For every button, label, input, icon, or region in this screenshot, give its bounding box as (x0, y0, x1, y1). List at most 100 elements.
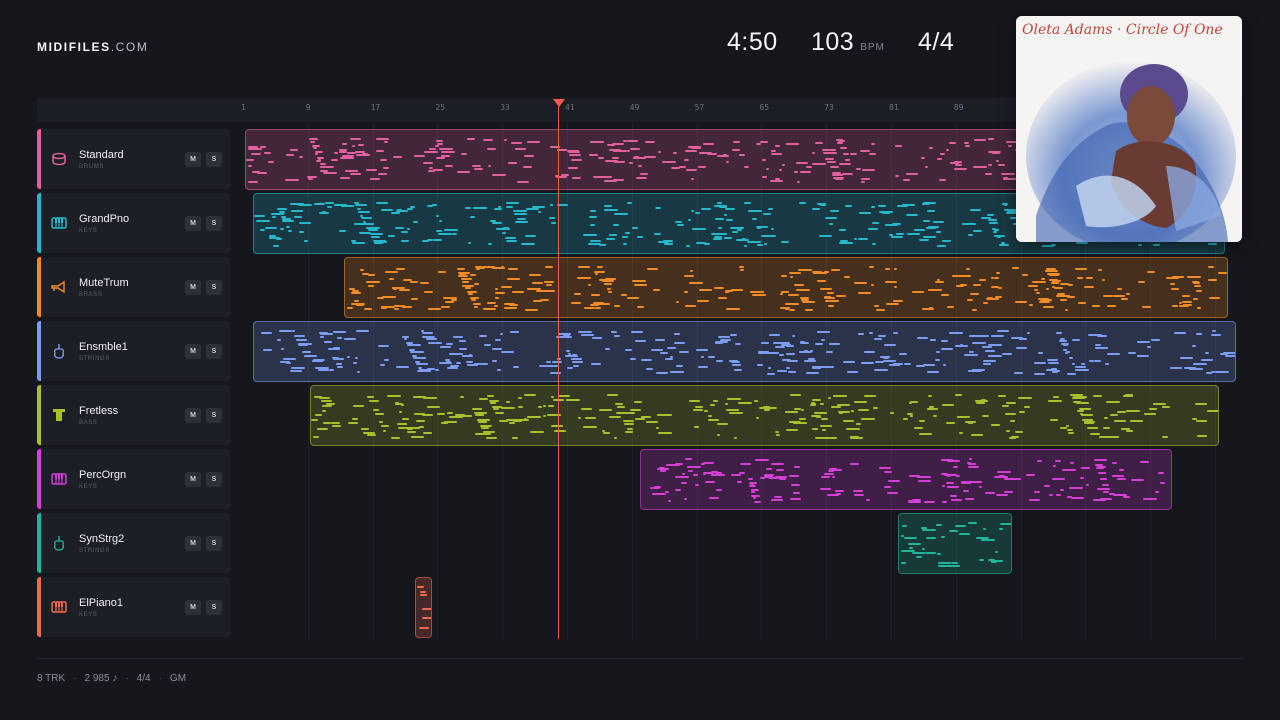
track-header[interactable]: Fretless BASS M S (37, 385, 230, 445)
track-header[interactable]: PercOrgn KEYS M S (37, 449, 230, 509)
midi-clip[interactable] (310, 385, 1219, 446)
midi-note (1123, 395, 1133, 397)
midi-note (1179, 305, 1189, 307)
solo-button[interactable]: S (206, 344, 222, 359)
midi-note (684, 291, 688, 293)
midi-clip[interactable] (245, 129, 1037, 190)
midi-clip[interactable] (415, 577, 432, 638)
midi-note (842, 173, 853, 175)
midi-note (1192, 418, 1197, 420)
midi-note (685, 458, 692, 460)
midi-note (324, 341, 332, 343)
solo-button[interactable]: S (206, 600, 222, 615)
midi-note (393, 156, 402, 158)
midi-note (949, 530, 958, 532)
midi-note (581, 334, 594, 336)
midi-note (1096, 467, 1104, 469)
midi-note (954, 168, 967, 170)
midi-note (664, 243, 673, 245)
midi-note (812, 428, 818, 430)
midi-note (315, 153, 318, 155)
solo-button[interactable]: S (206, 408, 222, 423)
midi-note (572, 361, 583, 363)
midi-note (1113, 295, 1125, 297)
midi-note (401, 404, 404, 406)
midi-note (337, 337, 342, 339)
track-header[interactable]: Standard DRUMS M S (37, 129, 230, 189)
midi-note (921, 157, 925, 159)
midi-note (487, 302, 496, 304)
midi-note (782, 164, 785, 166)
track-color-bar (37, 513, 41, 573)
midi-note (416, 420, 425, 422)
midi-note (360, 269, 364, 271)
solo-button[interactable]: S (206, 216, 222, 231)
midi-clip[interactable] (253, 321, 1236, 382)
midi-note (1197, 435, 1207, 437)
mute-button[interactable]: M (185, 152, 201, 167)
track-header[interactable]: SynStrg2 STRINGS M S (37, 513, 230, 573)
playhead-line[interactable] (558, 100, 559, 639)
track-name: GrandPno (79, 213, 130, 225)
midi-note (625, 349, 632, 351)
midi-note (701, 208, 711, 210)
midi-note (568, 151, 580, 153)
midi-note (972, 342, 986, 344)
midi-note (973, 230, 982, 232)
ruler-tick-label: 33 (500, 103, 510, 112)
midi-note (319, 212, 329, 214)
solo-button[interactable]: S (206, 280, 222, 295)
mute-button[interactable]: M (185, 600, 201, 615)
midi-note (823, 152, 837, 154)
solo-button[interactable]: S (206, 472, 222, 487)
mute-button[interactable]: M (185, 216, 201, 231)
midi-clip[interactable] (640, 449, 1172, 510)
midi-note (794, 408, 801, 410)
midi-note (571, 159, 582, 161)
track-header[interactable]: MuteTrum BRASS M S (37, 257, 230, 317)
midi-note (342, 155, 354, 157)
midi-note (794, 466, 800, 468)
midi-note (861, 362, 874, 364)
midi-note (366, 281, 380, 283)
midi-note (929, 147, 933, 149)
midi-note (973, 284, 979, 286)
midi-note (919, 239, 929, 241)
playhead-marker[interactable] (553, 99, 565, 107)
site-logo[interactable]: MIDIFILES.COM (37, 40, 148, 54)
midi-note (512, 437, 518, 439)
midi-note (583, 234, 597, 236)
midi-note (973, 166, 987, 168)
midi-note (313, 147, 317, 149)
midi-note (1094, 459, 1107, 461)
midi-note (765, 407, 777, 409)
midi-note (608, 291, 612, 293)
track-header[interactable]: ElPiano1 KEYS M S (37, 577, 230, 637)
midi-note (568, 167, 578, 169)
midi-note (1072, 339, 1080, 341)
midi-note (1065, 309, 1068, 311)
solo-button[interactable]: S (206, 152, 222, 167)
mute-button[interactable]: M (185, 280, 201, 295)
midi-note (996, 494, 1008, 496)
mute-button[interactable]: M (185, 408, 201, 423)
midi-note (352, 290, 359, 292)
midi-note (790, 276, 793, 278)
mute-button[interactable]: M (185, 344, 201, 359)
midi-note (828, 305, 834, 307)
track-header[interactable]: GrandPno KEYS M S (37, 193, 230, 253)
track-header[interactable]: Ensmble1 STRINGS M S (37, 321, 230, 381)
mute-button[interactable]: M (185, 536, 201, 551)
midi-clip[interactable] (344, 257, 1228, 318)
ruler-tick-label: 49 (629, 103, 640, 112)
midi-note (968, 481, 982, 483)
midi-clip[interactable] (898, 513, 1012, 574)
midi-note (1060, 299, 1067, 301)
mute-button[interactable]: M (185, 472, 201, 487)
midi-note (874, 369, 888, 371)
midi-note (968, 234, 973, 236)
midi-note (983, 363, 991, 365)
solo-button[interactable]: S (206, 536, 222, 551)
midi-note (1060, 489, 1064, 491)
midi-note (923, 236, 936, 238)
